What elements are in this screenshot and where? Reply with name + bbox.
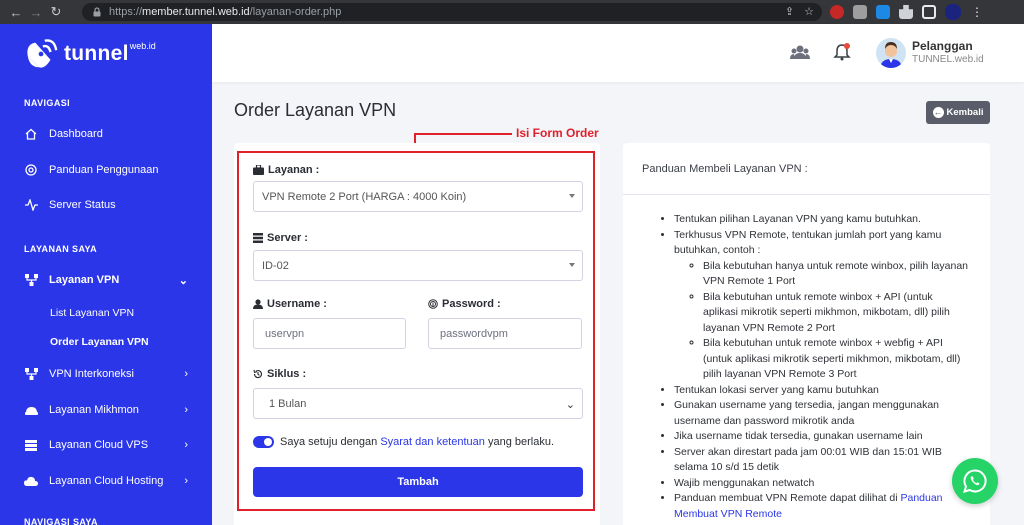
- annotation-label: Isi Form Order: [516, 126, 599, 140]
- agree-toggle[interactable]: [253, 436, 274, 448]
- password-label: Password :: [428, 298, 501, 310]
- url-text: https://member.tunnel.web.id/layanan-ord…: [109, 6, 342, 18]
- back-arrow-icon[interactable]: ←: [6, 0, 26, 24]
- list-item: Bila kebutuhan untuk remote winbox + web…: [703, 336, 970, 383]
- arrow-left-circle-icon: ←: [932, 107, 944, 118]
- server-label: Server :: [253, 232, 308, 244]
- layanan-select[interactable]: VPN Remote 2 Port (HARGA : 4000 Koin): [253, 181, 583, 212]
- caret-down-icon: [569, 194, 575, 198]
- sidebar-subitem-order-vpn[interactable]: Order Layanan VPN: [50, 336, 149, 348]
- annotation-line: [414, 133, 512, 135]
- profile-icon[interactable]: [945, 4, 961, 20]
- page-title: Order Layanan VPN: [234, 100, 397, 120]
- caret-down-icon: [569, 263, 575, 267]
- sidebar-item-server-status[interactable]: Server Status: [0, 190, 212, 220]
- password-input[interactable]: passwordvpm: [428, 318, 582, 349]
- list-item: Jika username tidak tersedia, gunakan us…: [674, 429, 970, 445]
- sidebar-item-layanan-mikhmon[interactable]: Layanan Mikhmon ›: [0, 395, 212, 425]
- list-item: Server akan direstart pada jam 00:01 WIB…: [674, 445, 970, 476]
- fingerprint-icon: [428, 299, 438, 309]
- nav-heading: NAVIGASI: [24, 98, 71, 108]
- bell-icon[interactable]: [832, 43, 852, 61]
- share-icon[interactable]: ⇪: [785, 5, 794, 18]
- sidebar: tunnel web.id NAVIGASI Dashboard Panduan …: [0, 24, 212, 525]
- history-icon: [253, 369, 263, 379]
- chevron-right-icon: ›: [184, 404, 188, 416]
- router-icon: [24, 403, 38, 417]
- sidebar-subitem-list-vpn[interactable]: List Layanan VPN: [50, 307, 134, 319]
- avatar[interactable]: [876, 38, 906, 68]
- guide-title: Panduan Membeli Layanan VPN :: [623, 143, 990, 195]
- top-header: Pelanggan TUNNEL.web.id: [212, 24, 1024, 82]
- sidepanel-icon[interactable]: [922, 5, 936, 19]
- address-bar[interactable]: https://member.tunnel.web.id/layanan-ord…: [82, 3, 822, 21]
- server-icon: [253, 233, 263, 243]
- bottom-heading: NAVIGASI SAYA: [24, 517, 98, 525]
- siklus-label: Siklus :: [253, 368, 306, 380]
- briefcase-icon: [253, 165, 264, 175]
- list-item: Panduan membuat VPN Remote dapat dilihat…: [674, 491, 970, 522]
- brand-name: tunnel: [64, 42, 129, 65]
- server-select[interactable]: ID-02: [253, 250, 583, 281]
- server-icon: [24, 438, 38, 452]
- sidebar-item-dashboard[interactable]: Dashboard: [0, 119, 212, 149]
- username-input[interactable]: uservpn: [253, 318, 406, 349]
- users-icon[interactable]: [790, 43, 810, 61]
- services-heading: LAYANAN SAYA: [24, 244, 97, 254]
- list-item: Tentukan lokasi server yang kamu butuhka…: [674, 383, 970, 399]
- extension-icon[interactable]: [830, 5, 844, 19]
- reload-icon[interactable]: ↻: [46, 0, 66, 24]
- layanan-label: Layanan :: [253, 164, 319, 176]
- network-icon: [24, 273, 38, 287]
- puzzle-icon[interactable]: [899, 5, 913, 19]
- chevron-right-icon: ›: [184, 368, 188, 380]
- sidebar-item-cloud-vps[interactable]: Layanan Cloud VPS ›: [0, 430, 212, 460]
- sidebar-item-layanan-vpn[interactable]: Layanan VPN ⌄: [0, 265, 212, 295]
- browser-toolbar: ← → ↻ https://member.tunnel.web.id/layan…: [0, 0, 1024, 24]
- lifebuoy-icon: [24, 163, 38, 177]
- chevron-right-icon: ›: [184, 475, 188, 487]
- list-item: Bila kebutuhan hanya untuk remote winbox…: [703, 259, 970, 290]
- bookmark-star-icon[interactable]: ☆: [804, 5, 814, 18]
- lock-icon: [93, 7, 101, 17]
- terms-link[interactable]: Syarat dan ketentuan: [380, 436, 485, 448]
- user-name: Pelanggan: [912, 39, 973, 53]
- brand-logo[interactable]: tunnel web.id: [22, 34, 156, 74]
- sidebar-item-vpn-interkoneksi[interactable]: VPN Interkoneksi ›: [0, 359, 212, 389]
- satellite-dish-icon: [27, 39, 58, 68]
- network-icon: [24, 367, 38, 381]
- cloud-icon: [24, 474, 38, 488]
- user-domain: TUNNEL.web.id: [912, 54, 984, 65]
- agree-text: Saya setuju dengan Syarat dan ketentuan …: [280, 436, 554, 448]
- screen-capture-icon[interactable]: [876, 5, 890, 19]
- back-button[interactable]: ← Kembali: [926, 101, 990, 124]
- brand-suffix: web.id: [129, 41, 156, 51]
- sidebar-item-panduan[interactable]: Panduan Penggunaan: [0, 155, 212, 185]
- whatsapp-button[interactable]: [952, 458, 998, 504]
- home-icon: [24, 127, 38, 141]
- list-item: Bila kebutuhan untuk remote winbox + API…: [703, 290, 970, 337]
- list-item: Terkhusus VPN Remote, tentukan jumlah po…: [674, 228, 970, 383]
- list-item: Wajib menggunakan netwatch: [674, 476, 970, 492]
- pulse-icon: [24, 198, 38, 212]
- username-label: Username :: [253, 298, 327, 310]
- menu-dots-icon[interactable]: ⋮: [970, 5, 984, 19]
- camera-icon[interactable]: [853, 5, 867, 19]
- user-icon: [253, 299, 263, 309]
- guide-list: Tentukan pilihan Layanan VPN yang kamu b…: [623, 212, 990, 522]
- forward-arrow-icon[interactable]: →: [26, 0, 46, 24]
- chevron-down-icon: ⌄: [565, 399, 575, 411]
- list-item: Tentukan pilihan Layanan VPN yang kamu b…: [674, 212, 970, 228]
- list-item: Gunakan username yang tersedia, jangan m…: [674, 398, 970, 429]
- whatsapp-icon: [963, 469, 987, 493]
- siklus-select[interactable]: 1 Bulan ⌄: [253, 388, 583, 419]
- submit-button[interactable]: Tambah: [253, 467, 583, 497]
- chevron-down-icon: ⌄: [178, 274, 188, 287]
- sidebar-item-cloud-hosting[interactable]: Layanan Cloud Hosting ›: [0, 466, 212, 496]
- chevron-right-icon: ›: [184, 439, 188, 451]
